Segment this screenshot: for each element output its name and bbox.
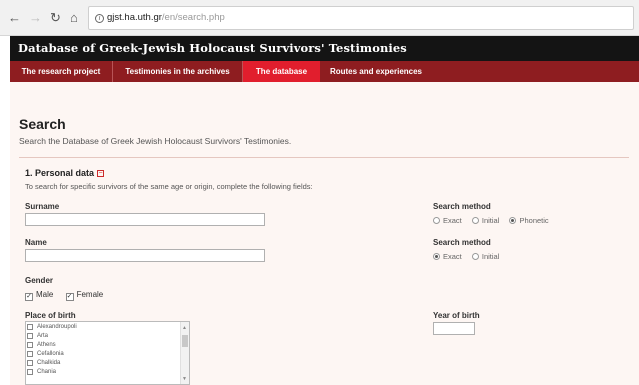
list-item[interactable]: Chalkida xyxy=(26,359,189,368)
surname-method-initial[interactable]: Initial xyxy=(471,216,499,225)
surname-input[interactable] xyxy=(25,213,265,226)
gender-label: Gender xyxy=(25,276,54,285)
name-input[interactable] xyxy=(25,249,265,262)
divider xyxy=(19,157,629,158)
section-description: To search for specific survivors of the … xyxy=(25,182,313,191)
year-of-birth-input[interactable] xyxy=(433,322,475,335)
place-of-birth-list[interactable]: Alexandroupoli Arta Athens Cefallonia Ch… xyxy=(25,321,190,385)
nav-routes[interactable]: Routes and experiences xyxy=(320,61,432,82)
surname-label: Surname xyxy=(25,202,60,211)
list-item[interactable]: Cefallonia xyxy=(26,350,189,359)
name-search-method: Exact Initial xyxy=(433,252,507,261)
place-checkbox[interactable] xyxy=(27,342,33,348)
scroll-up-icon[interactable]: ▲ xyxy=(182,325,187,331)
female-checkbox[interactable]: ✓ xyxy=(65,293,74,301)
list-scrollbar[interactable]: ▲ ▼ xyxy=(180,322,189,384)
collapse-icon[interactable]: − xyxy=(97,170,104,177)
radio-button[interactable] xyxy=(471,253,479,260)
list-item[interactable]: Alexandroupoli xyxy=(26,323,189,332)
radio-button-selected[interactable] xyxy=(509,217,517,224)
gender-male-option[interactable]: ✓ Male xyxy=(25,290,53,301)
back-arrow-icon[interactable]: ← xyxy=(8,11,21,25)
site-title[interactable]: Database of Greek-Jewish Holocaust Survi… xyxy=(18,41,407,55)
place-checkbox[interactable] xyxy=(27,360,33,366)
scroll-thumb[interactable] xyxy=(182,335,188,347)
page-subtitle: Search the Database of Greek Jewish Holo… xyxy=(19,136,292,146)
year-of-birth-label: Year of birth xyxy=(433,311,480,320)
name-method-initial[interactable]: Initial xyxy=(471,252,499,261)
place-checkbox[interactable] xyxy=(27,351,33,357)
place-of-birth-label: Place of birth xyxy=(25,311,76,320)
home-icon[interactable]: ⌂ xyxy=(70,11,78,25)
male-checkbox[interactable]: ✓ xyxy=(25,293,33,301)
page-title: Search xyxy=(19,116,66,132)
address-bar[interactable]: i gjst.ha.uth.gr/en/search.php xyxy=(88,6,634,30)
radio-button[interactable] xyxy=(433,217,440,224)
surname-search-method: Exact Initial Phonetic xyxy=(433,216,557,225)
name-method-exact[interactable]: Exact xyxy=(433,252,462,261)
radio-button-selected[interactable] xyxy=(433,253,440,260)
radio-button[interactable] xyxy=(471,217,479,224)
surname-search-method-label: Search method xyxy=(433,202,491,211)
list-item[interactable]: Athens xyxy=(26,341,189,350)
site-header: Database of Greek-Jewish Holocaust Survi… xyxy=(10,36,639,61)
place-checkbox[interactable] xyxy=(27,369,33,375)
forward-arrow-icon[interactable]: → xyxy=(29,11,42,25)
list-item[interactable]: Arta xyxy=(26,332,189,341)
browser-toolbar: ← → ↻ ⌂ i gjst.ha.uth.gr/en/search.php xyxy=(0,0,639,36)
gender-options: ✓ Male ✓ Female xyxy=(25,290,113,301)
list-item[interactable]: Chania xyxy=(26,368,189,377)
url-path: /en/search.php xyxy=(161,12,225,23)
nav-database[interactable]: The database xyxy=(243,61,320,82)
name-label: Name xyxy=(25,238,47,247)
reload-icon[interactable]: ↻ xyxy=(50,11,61,25)
scroll-down-icon[interactable]: ▼ xyxy=(182,376,187,382)
url-host: gjst.ha.uth.gr xyxy=(107,12,162,23)
surname-method-exact[interactable]: Exact xyxy=(433,216,462,225)
section-title: 1. Personal data xyxy=(25,168,95,178)
nav-research-project[interactable]: The research project xyxy=(10,61,113,82)
gender-female-option[interactable]: ✓ Female xyxy=(65,290,103,301)
surname-method-phonetic[interactable]: Phonetic xyxy=(509,216,549,225)
main-nav: The research project Testimonies in the … xyxy=(10,61,639,82)
nav-testimonies[interactable]: Testimonies in the archives xyxy=(113,61,243,82)
place-checkbox[interactable] xyxy=(27,324,33,330)
name-search-method-label: Search method xyxy=(433,238,491,247)
place-checkbox[interactable] xyxy=(27,333,33,339)
info-icon[interactable]: i xyxy=(95,14,104,23)
